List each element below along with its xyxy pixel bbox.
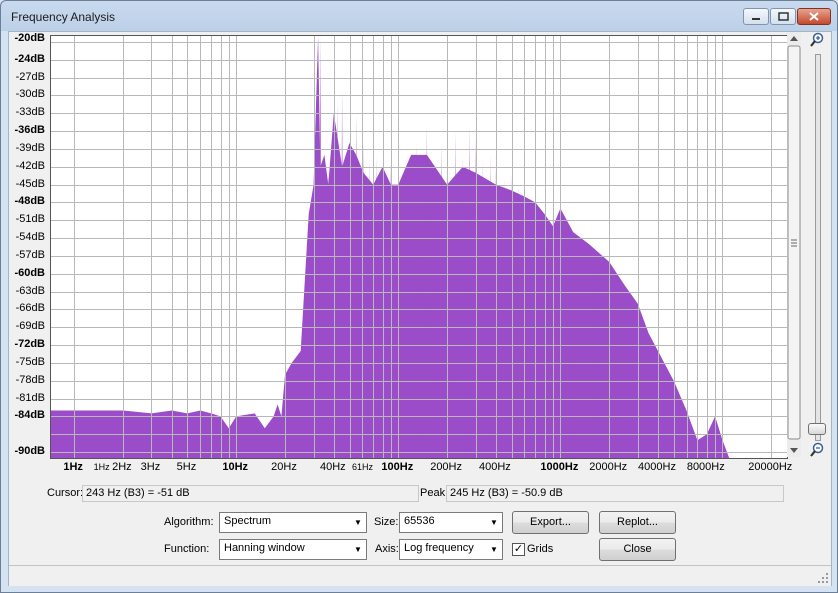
close-window-button[interactable] [797,8,831,25]
x-tick-label: 20000Hz [748,461,793,473]
zoom-in-icon[interactable] [809,32,825,48]
x-tick-label: 1000Hz [540,461,579,473]
function-label: Function: [164,543,210,555]
y-tick-label: -39dB [15,141,45,154]
maximize-icon [778,12,789,21]
y-tick-label: -54dB [15,231,45,244]
y-tick-label: -60dB [14,266,45,279]
function-value: Hanning window [224,542,305,554]
y-tick-label: -42dB [15,159,45,172]
window-title: Frequency Analysis [11,10,116,24]
spectrum-chart [51,36,787,458]
x-tick-label: 1Hz [93,462,110,472]
x-tick-label: 8000Hz [686,461,725,473]
x-tick-label: 40Hz [319,461,346,473]
zoom-slider-track[interactable] [815,54,821,441]
size-select[interactable]: 65536 ▼ [399,512,503,533]
x-tick-label: 2Hz [112,461,132,473]
y-tick-label: -36dB [14,124,45,137]
frequency-analysis-window: Frequency Analysis -20dB -24dB -27dB -30dB -… [0,0,838,593]
y-tick-label: -78dB [15,373,45,386]
axis-select[interactable]: Log frequency ▼ [399,539,503,560]
y-tick-label: -81dB [15,391,45,404]
zoom-out-icon[interactable] [809,442,825,458]
y-tick-label: -63dB [15,284,45,297]
chevron-down-icon: ▼ [354,518,362,527]
spectrum-plot[interactable] [50,35,788,459]
scrollbar-graphic [787,32,801,457]
function-select[interactable]: Hanning window ▼ [219,539,367,560]
y-tick-label: -27dB [15,70,45,83]
y-tick-label: -45dB [15,177,45,190]
algorithm-select[interactable]: Spectrum ▼ [219,512,367,533]
resize-grip-icon[interactable] [817,572,829,584]
x-tick-label: 61Hz [351,462,374,472]
y-tick-label: -51dB [15,213,45,226]
y-tick-label: -69dB [15,320,45,333]
minimize-button[interactable] [743,8,769,25]
algorithm-label: Algorithm: [164,516,214,528]
x-tick-label: 2000Hz [589,461,628,473]
cursor-readout: 243 Hz (B3) = -51 dB [82,485,419,502]
x-tick-label: 20Hz [271,461,297,473]
y-tick-label: -24dB [14,52,45,65]
peak-label: Peak: [420,487,449,499]
x-tick-label: 3Hz [140,461,161,473]
peak-readout: 245 Hz (B3) = -50.9 dB [446,485,784,502]
y-tick-label: -90dB [14,445,45,458]
x-tick-label: 4000Hz [638,461,676,473]
x-tick-label: 10Hz [222,461,249,473]
grids-label[interactable]: Grids [527,543,553,555]
title-bar[interactable]: Frequency Analysis [1,1,837,31]
y-tick-label: -57dB [15,248,45,261]
zoom-slider-thumb[interactable] [808,423,826,435]
close-icon [809,12,819,21]
y-tick-label: -66dB [15,302,45,315]
close-button[interactable]: Close [599,538,676,561]
y-tick-label: -48dB [14,195,45,208]
y-tick-label: -33dB [15,106,45,119]
export-button[interactable]: Export... [512,511,589,534]
checkmark-icon: ✓ [513,543,524,555]
status-bar [9,565,831,586]
dialog-client-area: -20dB -24dB -27dB -30dB -33dB -36dB -39dB -42dB… [8,31,832,586]
y-tick-label: -84dB [14,409,45,422]
y-tick-label: -72dB [14,338,45,351]
y-tick-label: -75dB [15,355,45,368]
replot-button[interactable]: Replot... [599,511,676,534]
size-label: Size: [374,516,399,528]
axis-value: Log frequency [404,542,474,554]
plot-vertical-scrollbar[interactable] [787,32,801,457]
x-tick-label: 100Hz [381,461,414,473]
minimize-icon [752,18,760,20]
grids-checkbox[interactable]: ✓ [512,543,525,556]
y-tick-label: -20dB [14,32,45,44]
maximize-button[interactable] [770,8,796,25]
axis-label: Axis: [375,543,399,555]
chevron-down-icon: ▼ [354,545,362,554]
spectrum-area [51,36,772,458]
algorithm-value: Spectrum [224,515,272,527]
chevron-down-icon: ▼ [490,545,498,554]
x-tick-label: 5Hz [176,461,197,473]
x-tick-label: 400Hz [478,461,511,473]
cursor-label: Cursor: [47,487,84,499]
chevron-down-icon: ▼ [490,518,498,527]
x-tick-label: 200Hz [430,461,462,473]
y-tick-label: -30dB [15,88,45,101]
size-value: 65536 [404,515,435,527]
x-tick-label: 1Hz [63,461,83,473]
